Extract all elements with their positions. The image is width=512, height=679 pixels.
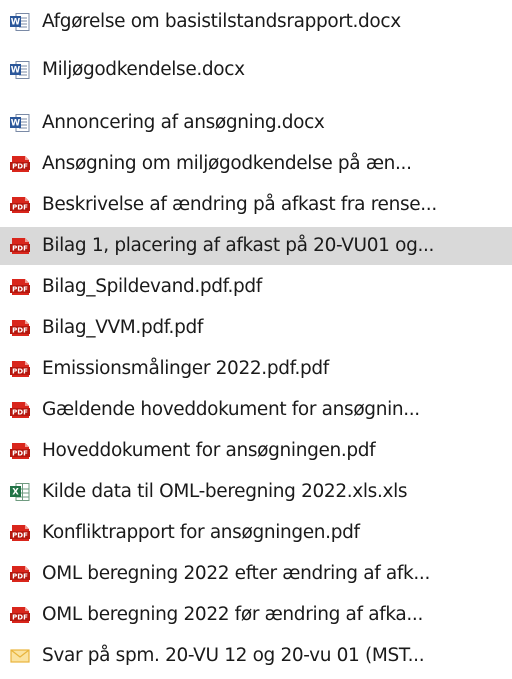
file-name: OML beregning 2022 før ændring af afka..… [42,604,423,625]
file-item[interactable]: W Annoncering af ansøgning.docx [0,104,512,142]
mail-icon [9,645,31,667]
file-name: Bilag_VVM.pdf.pdf [42,317,204,338]
pdf-icon: PDF [9,563,31,585]
file-item[interactable]: PDF Emissionsmålinger 2022.pdf.pdf [0,350,512,388]
file-item[interactable]: W Afgørelse om basistilstandsrapport.docx [0,3,512,41]
svg-text:PDF: PDF [12,532,28,540]
file-item[interactable]: X Kilde data til OML-beregning 2022.xls.x… [0,473,512,511]
file-item[interactable]: PDF Ansøgning om miljøgodkendelse på æn..… [0,145,512,183]
file-item[interactable]: PDF Hoveddokument for ansøgningen.pdf [0,432,512,470]
file-item[interactable]: Svar på spm. 20-VU 12 og 20-vu 01 (MST..… [0,637,512,675]
svg-text:PDF: PDF [12,409,28,417]
svg-text:W: W [11,18,21,28]
file-name: Beskrivelse af ændring på afkast fra ren… [42,194,437,215]
file-item[interactable]: PDF OML beregning 2022 før ændring af afk… [0,596,512,634]
file-item[interactable]: PDF OML beregning 2022 efter ændring af a… [0,555,512,593]
svg-text:PDF: PDF [12,368,28,376]
svg-text:W: W [11,66,21,76]
file-name: Svar på spm. 20-VU 12 og 20-vu 01 (MST..… [42,645,425,666]
word-icon: W [9,112,31,134]
file-name: OML beregning 2022 efter ændring af afk.… [42,563,430,584]
pdf-icon: PDF [9,522,31,544]
file-item[interactable]: PDF Gældende hoveddokument for ansøgnin..… [0,391,512,429]
file-name: Annoncering af ansøgning.docx [42,112,325,133]
file-list: W Afgørelse om basistilstandsrapport.docx… [0,0,512,679]
word-icon: W [9,59,31,81]
file-name: Ansøgning om miljøgodkendelse på æn... [42,153,412,174]
pdf-icon: PDF [9,317,31,339]
file-name: Emissionsmålinger 2022.pdf.pdf [42,358,329,379]
svg-text:PDF: PDF [12,245,28,253]
file-item[interactable]: PDF Konfliktrapport for ansøgningen.pdf [0,514,512,552]
word-icon: W [9,11,31,33]
file-name: Bilag_Spildevand.pdf.pdf [42,276,262,297]
pdf-icon: PDF [9,153,31,175]
pdf-icon: PDF [9,399,31,421]
svg-text:PDF: PDF [12,614,28,622]
svg-text:PDF: PDF [12,573,28,581]
file-name: Konfliktrapport for ansøgningen.pdf [42,522,360,543]
svg-text:PDF: PDF [12,286,28,294]
file-name: Bilag 1, placering af afkast på 20-VU01 … [42,235,435,256]
file-name: Afgørelse om basistilstandsrapport.docx [42,11,401,32]
svg-text:PDF: PDF [12,163,28,171]
file-name: Kilde data til OML-beregning 2022.xls.xl… [42,481,408,502]
pdf-icon: PDF [9,276,31,298]
pdf-icon: PDF [9,235,31,257]
pdf-icon: PDF [9,440,31,462]
file-item[interactable]: PDF Bilag_VVM.pdf.pdf [0,309,512,347]
svg-text:X: X [12,488,19,498]
file-name: Hoveddokument for ansøgningen.pdf [42,440,376,461]
file-name: Miljøgodkendelse.docx [42,59,245,80]
file-item[interactable]: PDF Bilag 1, placering af afkast på 20-VU… [0,227,512,265]
svg-text:PDF: PDF [12,450,28,458]
svg-text:W: W [11,119,21,129]
excel-icon: X [9,481,31,503]
file-item[interactable]: PDF Bilag_Spildevand.pdf.pdf [0,268,512,306]
file-name: Gældende hoveddokument for ansøgnin... [42,399,420,420]
file-item[interactable]: W Miljøgodkendelse.docx [0,51,512,89]
svg-text:PDF: PDF [12,327,28,335]
pdf-icon: PDF [9,194,31,216]
pdf-icon: PDF [9,358,31,380]
svg-text:PDF: PDF [12,204,28,212]
pdf-icon: PDF [9,604,31,626]
file-item[interactable]: PDF Beskrivelse af ændring på afkast fra … [0,186,512,224]
